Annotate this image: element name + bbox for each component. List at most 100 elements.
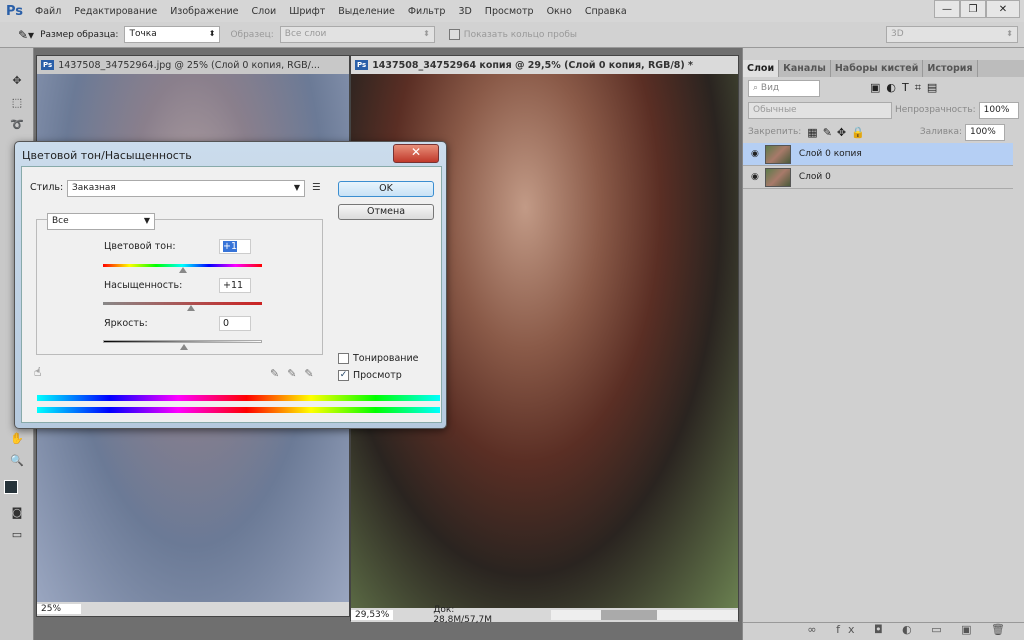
menu-select[interactable]: Выделение [338, 6, 395, 17]
menu-3d[interactable]: 3D [458, 6, 471, 17]
sample-value: Все слои [284, 29, 327, 39]
minimize-icon[interactable]: — [934, 0, 960, 18]
dialog-title: Цветовой тон/Насыщенность [22, 149, 192, 162]
lock-icons[interactable]: ▦✎✥🔒 [807, 126, 870, 139]
search-icon: ⌕ [753, 82, 761, 93]
saturation-value: +11 [223, 280, 244, 291]
restore-icon[interactable]: ❐ [960, 0, 986, 18]
fill-value: 100% [970, 126, 996, 137]
tab-brush-presets[interactable]: Наборы кистей [830, 60, 924, 77]
menu-help[interactable]: Справка [585, 6, 627, 17]
fill-input[interactable]: 100% [965, 123, 1006, 141]
ps-icon: Ps [355, 60, 369, 70]
hue-input[interactable]: +1 [219, 239, 251, 254]
opacity-input[interactable]: 100% [978, 101, 1019, 119]
blend-value: Обычные [753, 104, 797, 115]
hue-slider[interactable] [103, 264, 262, 273]
cancel-button[interactable]: Отмена [338, 204, 434, 220]
output-color-bar [37, 407, 440, 413]
sample-size-select[interactable]: Точка ⬍ [124, 26, 221, 43]
close-icon[interactable]: ✕ [393, 144, 439, 163]
hue-value: +1 [223, 241, 238, 252]
document-tab-2[interactable]: Ps 1437508_34752964 копия @ 29,5% (Слой 0… [351, 56, 738, 74]
fill-label: Заливка: [919, 127, 963, 137]
menu-window[interactable]: Окно [547, 6, 572, 17]
menu-type[interactable]: Шрифт [289, 6, 325, 17]
options-bar: ✎▾ Размер образца: Точка ⬍ Образец: Все с… [0, 22, 1024, 48]
eye-icon[interactable]: ◉ [751, 172, 759, 182]
3d-mode-value: 3D [891, 29, 904, 39]
document-tab-1[interactable]: Ps 1437508_34752964.jpg @ 25% (Слой 0 коп… [37, 56, 349, 74]
color-swatches[interactable] [4, 480, 25, 501]
slider-thumb[interactable] [187, 305, 195, 311]
slider-thumb[interactable] [180, 344, 188, 350]
move-tool-icon[interactable]: ✥ [6, 74, 28, 94]
style-value: Заказная [72, 183, 116, 193]
tab-channels[interactable]: Каналы [779, 60, 831, 77]
horizontal-scrollbar[interactable] [550, 610, 738, 620]
sample-label: Образец: [230, 29, 274, 40]
tab-layers[interactable]: Слои [743, 60, 780, 77]
quick-mask-icon[interactable]: ◙ [6, 506, 28, 526]
menu-file[interactable]: Файл [35, 6, 61, 17]
marquee-tool-icon[interactable]: ⬚ [6, 96, 28, 116]
input-color-bar [37, 395, 440, 401]
chevron-icon: ⬍ [208, 29, 216, 38]
style-select[interactable]: Заказная ▼ [67, 180, 305, 197]
eyedropper-icons[interactable]: ✎✎✎ [270, 367, 322, 380]
hue-saturation-dialog: Цветовой тон/Насыщенность ✕ Стиль: Заказ… [14, 141, 447, 429]
chevron-down-icon: ▼ [143, 216, 150, 225]
blend-mode-select[interactable]: Обычные [748, 101, 892, 119]
preset-options-icon[interactable]: ☰ [312, 182, 321, 193]
filter-icons[interactable]: ▣◐T⌗▤ [870, 81, 943, 95]
document-title: 1437508_34752964 копия @ 29,5% (Слой 0 к… [372, 59, 694, 71]
ok-button[interactable]: OK [338, 181, 434, 197]
lock-label: Закрепить: [748, 127, 802, 137]
menu-layers[interactable]: Слои [252, 6, 277, 17]
channel-value: Все [52, 216, 69, 226]
slider-thumb[interactable] [179, 267, 187, 273]
colorize-checkbox[interactable] [338, 353, 349, 364]
channel-select[interactable]: Все ▼ [47, 213, 155, 230]
zoom-level[interactable]: 29,53% [351, 610, 394, 620]
3d-mode-select[interactable]: 3D ⬍ [886, 26, 1018, 43]
doc-size: Док: 28,8M/57,7M [433, 605, 492, 625]
saturation-slider[interactable] [103, 302, 262, 311]
targeted-adjustment-hand-icon[interactable]: ☝ [34, 365, 41, 379]
lightness-slider[interactable] [103, 340, 262, 350]
lasso-tool-icon[interactable]: ➰ [6, 118, 28, 138]
eye-icon[interactable]: ◉ [751, 149, 759, 159]
opacity-value: 100% [983, 104, 1010, 115]
close-icon[interactable]: ✕ [986, 0, 1020, 18]
hand-tool-icon[interactable]: ✋ [6, 432, 28, 452]
layers-panel: Слои Каналы Наборы кистей История ⌕ Вид … [742, 48, 1024, 640]
menu-filter[interactable]: Фильтр [408, 6, 446, 17]
dialog-body: Стиль: Заказная ▼ ☰ OK Отмена Все ▼ Цветов… [21, 166, 442, 423]
layer-name: Слой 0 [798, 172, 831, 182]
screen-mode-icon[interactable]: ▭ [6, 528, 28, 548]
hue-label: Цветовой тон: [104, 241, 176, 252]
zoom-tool-icon[interactable]: 🔍 [6, 454, 28, 474]
window-controls: — ❐ ✕ [934, 0, 1020, 18]
layer-actions-bar[interactable]: ∞ fx ◘ ◐ ▭ ▣ 🗑 [743, 622, 1024, 640]
eyedropper-icon[interactable]: ✎▾ [18, 28, 34, 42]
layer-filter-select[interactable]: ⌕ Вид [748, 79, 820, 97]
layer-thumbnail [764, 167, 791, 187]
opacity-label: Непрозрачность: [895, 105, 976, 115]
saturation-input[interactable]: +11 [219, 278, 251, 293]
preview-checkbox[interactable]: ✓ [338, 370, 349, 381]
sample-size-value: Точка [129, 29, 157, 39]
zoom-level[interactable]: 25% [37, 604, 81, 614]
show-ring-checkbox[interactable] [448, 29, 460, 40]
layer-row[interactable]: ◉ Слой 0 копия [743, 143, 1013, 166]
layer-row[interactable]: ◉ Слой 0 [743, 166, 1013, 189]
layer-name: Слой 0 копия [798, 149, 862, 159]
lightness-input[interactable]: 0 [219, 316, 251, 331]
menu-image[interactable]: Изображение [170, 6, 238, 17]
lightness-label: Яркость: [104, 318, 148, 329]
sample-select[interactable]: Все слои ⬍ [279, 26, 435, 43]
menu-edit[interactable]: Редактирование [74, 6, 157, 17]
menu-view[interactable]: Просмотр [485, 6, 534, 17]
tab-history[interactable]: История [923, 60, 978, 77]
show-ring-label: Показать кольцо пробы [463, 29, 577, 40]
